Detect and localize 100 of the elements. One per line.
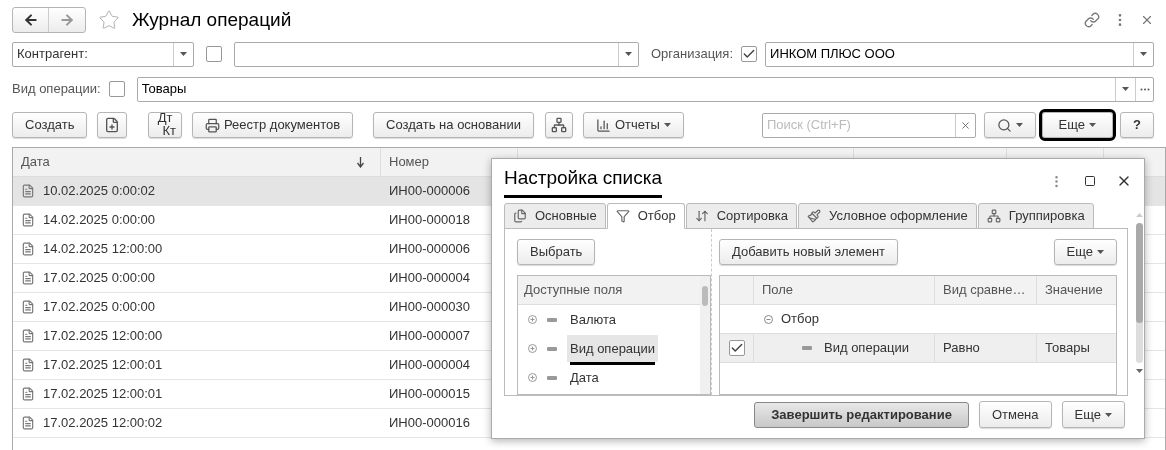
number-cell-text: ИН00-000006 — [389, 240, 470, 259]
cancel-button[interactable]: Отмена — [978, 401, 1052, 428]
filter-checkbox[interactable] — [728, 340, 745, 356]
date-cell-text: 10.02.2025 0:00:02 — [43, 182, 156, 201]
counterparty-field[interactable] — [234, 41, 639, 67]
settings-tab[interactable]: Сортировка — [685, 203, 798, 229]
column-header[interactable]: Дата — [13, 148, 381, 176]
document-icon — [21, 213, 35, 227]
document-icon — [21, 387, 35, 401]
more-button[interactable]: Еще — [1041, 112, 1114, 138]
caret-icon — [1105, 412, 1112, 417]
debit-credit-button[interactable]: Дт Кт — [148, 112, 182, 138]
caret-icon — [1089, 123, 1097, 127]
grouping-icon — [986, 209, 1001, 223]
organization-checkbox[interactable] — [741, 46, 758, 62]
scrollbar[interactable] — [700, 276, 710, 394]
counterparty-selector[interactable]: Контрагент: — [12, 41, 194, 67]
add-element-button[interactable]: Добавить новый элемент — [719, 239, 899, 265]
collapse-icon[interactable] — [764, 314, 773, 324]
settings-tab[interactable]: Отбор — [606, 203, 685, 229]
caret-icon — [625, 52, 632, 56]
file-plus-icon — [104, 117, 121, 133]
scrollbar-track[interactable] — [1135, 223, 1143, 363]
sort-icon — [694, 209, 709, 223]
date-cell-text: 17.02.2025 12:00:00 — [43, 327, 163, 346]
field-cell-text: Вид операции — [824, 339, 910, 358]
comparison-cell-text: Равно — [943, 339, 980, 358]
create-button[interactable]: Создать — [12, 112, 88, 138]
filter-row[interactable]: Вид операции Равно Товары — [720, 334, 1116, 363]
date-cell-text: 17.02.2025 12:00:02 — [43, 414, 163, 433]
expand-icon[interactable] — [528, 344, 537, 353]
document-icon — [21, 184, 35, 198]
number-cell-text: ИН00-000030 — [389, 298, 470, 317]
document-icon — [21, 271, 35, 285]
structure-button[interactable] — [544, 112, 573, 138]
scroll-thumb[interactable] — [1135, 223, 1143, 323]
create-based-button[interactable]: Создать на основании — [373, 112, 534, 138]
caret-icon — [663, 123, 671, 127]
document-icon — [21, 358, 35, 372]
number-cell-text: ИН00-000007 — [389, 327, 470, 346]
favorite-star-icon[interactable] — [98, 9, 120, 31]
search-icon — [996, 117, 1012, 133]
settings-tab[interactable]: Условное оформление — [798, 203, 977, 229]
registry-button[interactable]: Реестр документов — [191, 112, 354, 138]
caret-icon — [1097, 250, 1104, 254]
operation-type-field[interactable]: Товары — [136, 76, 1154, 102]
document-icon — [21, 242, 35, 256]
caret-icon — [1122, 87, 1129, 91]
number-cell-text: ИН00-000016 — [389, 414, 470, 433]
funnel-icon — [615, 209, 630, 223]
maximize-icon[interactable] — [1084, 175, 1096, 187]
more-button[interactable]: Еще — [1053, 239, 1117, 265]
right-arrow-icon — [59, 12, 75, 28]
counterparty-checkbox[interactable] — [206, 46, 222, 62]
reports-button[interactable]: Отчеты — [582, 112, 684, 138]
search-button[interactable] — [983, 112, 1036, 138]
sort-arrow-icon — [357, 156, 364, 168]
field-item[interactable]: Валюта — [567, 305, 619, 334]
date-cell-text: 14.02.2025 0:00:00 — [43, 211, 156, 230]
select-button[interactable]: Выбрать — [517, 239, 596, 265]
dialog-title: Настройка списка — [504, 164, 662, 198]
window-title: Журнал операций — [132, 7, 292, 32]
column-header[interactable]: Поле — [754, 276, 935, 304]
value-cell-text: Товары — [1045, 339, 1090, 358]
date-cell-text: 17.02.2025 0:00:00 — [43, 269, 156, 288]
field-icon — [547, 375, 557, 380]
operation-type-label: Вид операции: — [12, 80, 101, 99]
date-cell-text: 17.02.2025 12:00:01 — [43, 356, 163, 375]
expand-icon[interactable] — [528, 373, 537, 382]
organization-label: Организация: — [651, 45, 734, 64]
expand-icon[interactable] — [528, 315, 537, 324]
brush-icon — [807, 209, 822, 223]
document-icon — [21, 416, 35, 430]
column-header[interactable]: Значение — [1037, 276, 1116, 304]
organization-field[interactable]: ИНКОМ ПЛЮС ООО — [765, 41, 1154, 67]
date-cell-text: 17.02.2025 12:00:01 — [43, 385, 163, 404]
date-cell-text: 14.02.2025 12:00:00 — [43, 240, 163, 259]
caret-icon — [1015, 123, 1023, 127]
scroll-down-icon[interactable] — [1135, 369, 1143, 373]
settings-tab[interactable]: Группировка — [977, 203, 1094, 229]
field-item[interactable]: Вид операции — [567, 334, 659, 363]
number-cell-text: ИН00-000018 — [389, 211, 470, 230]
add-copy-button[interactable] — [97, 112, 128, 138]
caret-icon — [1140, 52, 1147, 56]
caret-icon — [180, 52, 187, 56]
finish-editing-button[interactable]: Завершить редактирование — [754, 401, 969, 428]
left-arrow-icon — [22, 12, 39, 28]
fields-header: Доступные поля — [518, 276, 700, 305]
number-cell-text: ИН00-000015 — [389, 385, 470, 404]
help-button[interactable]: ? — [1120, 112, 1154, 138]
documents-icon — [513, 209, 527, 223]
link-icon[interactable] — [1084, 12, 1100, 28]
clear-icon[interactable] — [959, 119, 971, 131]
more-button[interactable]: Еще — [1061, 401, 1125, 428]
number-cell-text: ИН00-000006 — [389, 182, 470, 201]
column-header[interactable]: Вид сравне… — [935, 276, 1037, 304]
field-icon — [547, 346, 557, 351]
settings-tab[interactable]: Основные — [504, 203, 606, 229]
operation-type-checkbox[interactable] — [108, 81, 125, 97]
field-item[interactable]: Дата — [567, 363, 602, 392]
